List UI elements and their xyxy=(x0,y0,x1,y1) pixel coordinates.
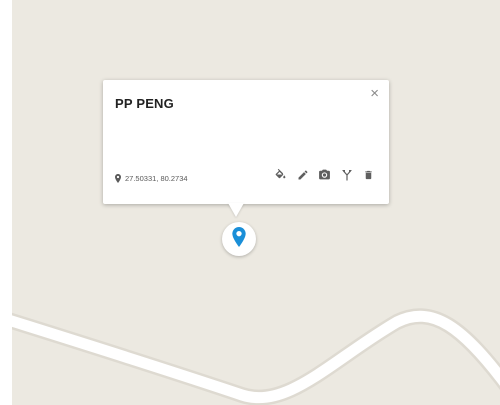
route-icon[interactable] xyxy=(340,168,353,181)
map-pin-small-icon xyxy=(115,174,121,183)
coordinates-readout: 27.50331, 80.2734 xyxy=(115,174,188,183)
popup-pointer xyxy=(228,203,244,217)
close-icon[interactable]: × xyxy=(370,86,379,101)
info-popup: PP PENG × 27.50331, 80.2734 xyxy=(103,80,389,204)
trash-icon[interactable] xyxy=(362,168,375,181)
coordinates-text: 27.50331, 80.2734 xyxy=(125,174,188,183)
popup-toolbar xyxy=(274,168,375,181)
map-marker[interactable] xyxy=(222,222,256,256)
location-pin-icon xyxy=(232,226,246,252)
popup-title: PP PENG xyxy=(115,96,174,111)
fill-color-icon[interactable] xyxy=(274,168,287,181)
camera-icon[interactable] xyxy=(318,168,331,181)
map-canvas[interactable]: PP PENG × 27.50331, 80.2734 xyxy=(12,0,500,405)
pencil-icon[interactable] xyxy=(296,168,309,181)
